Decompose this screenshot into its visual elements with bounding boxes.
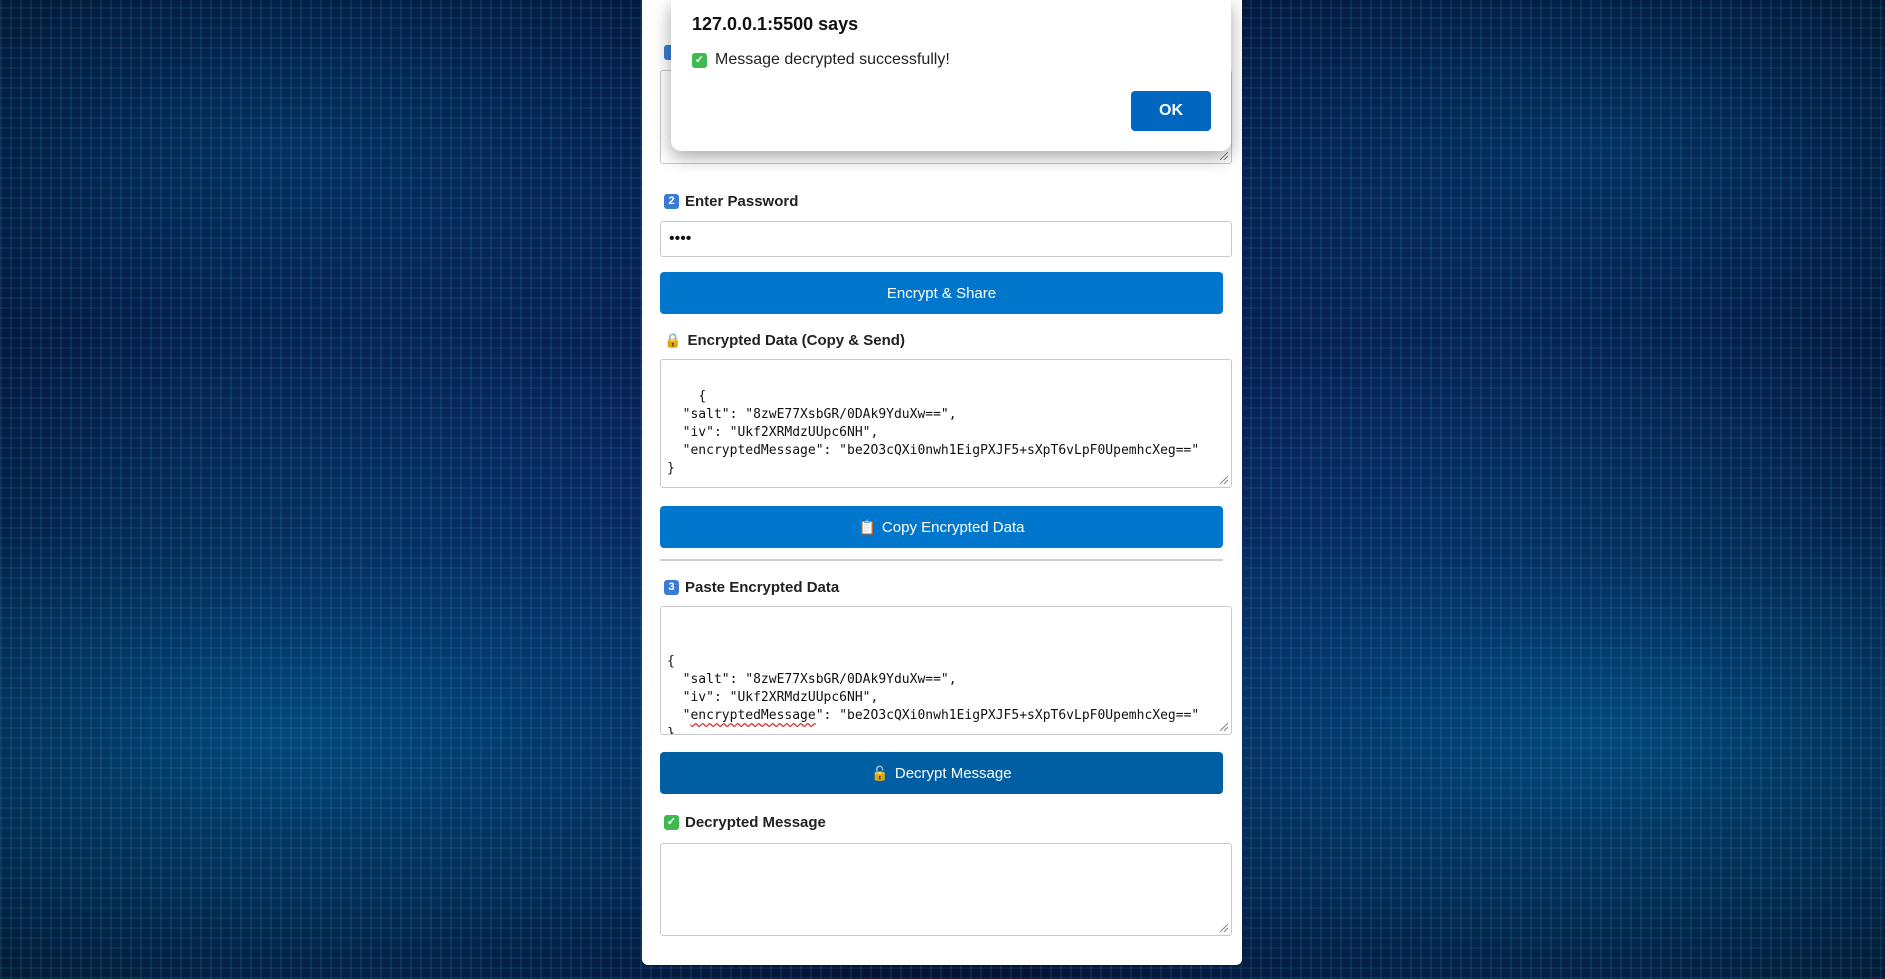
password-value: •••• [669, 230, 692, 247]
lock-icon: 🔒 [664, 332, 682, 348]
step-3-badge: 3 [664, 580, 679, 595]
password-input[interactable]: •••• [660, 221, 1232, 257]
encrypted-data-textarea[interactable]: { "salt": "8zwE77XsbGR/0DAk9YduXw==", "i… [660, 359, 1232, 488]
spellcheck-word: encryptedMessage [690, 708, 816, 723]
paste-line-4-pre: " [667, 708, 691, 723]
clipboard-icon: 📋 [858, 518, 876, 535]
resize-handle-icon[interactable] [1220, 476, 1228, 484]
step-2-badge: 2 [664, 194, 679, 209]
decrypted-message-textarea[interactable] [660, 843, 1232, 936]
encrypt-share-label: Encrypt & Share [886, 284, 997, 302]
paste-data-label: 3 Paste Encrypted Data [664, 579, 839, 596]
decrypt-message-label: Decrypt Message [894, 764, 1012, 782]
encrypt-share-button[interactable]: Encrypt & Share [660, 272, 1223, 314]
resize-handle-icon[interactable] [1220, 924, 1228, 932]
alert-dialog: 127.0.0.1:5500 says ✓ Message decrypted … [671, 0, 1231, 151]
encrypted-data-label-text: Encrypted Data (Copy & Send) [687, 332, 905, 349]
unlock-icon: 🔓 [871, 764, 889, 781]
dialog-message-text: Message decrypted successfully! [715, 51, 950, 68]
paste-line-2: "salt": "8zwE77XsbGR/0DAk9YduXw==", [667, 672, 957, 687]
paste-line-5: } [667, 726, 675, 735]
paste-line-4-post: ": "be2O3cQXi0nwh1EigPXJF5+sXpT6vLpF0Upe… [815, 708, 1200, 723]
password-label: 2 Enter Password [664, 193, 798, 210]
decrypt-message-button[interactable]: 🔓 Decrypt Message [660, 752, 1223, 794]
resize-handle-icon[interactable] [1220, 152, 1228, 160]
dialog-ok-button[interactable]: OK [1131, 91, 1211, 131]
resize-handle-icon[interactable] [1220, 723, 1228, 731]
paste-encrypted-data-textarea[interactable]: { "salt": "8zwE77XsbGR/0DAk9YduXw==", "i… [660, 606, 1232, 735]
password-label-text: Enter Password [685, 193, 799, 210]
paste-data-label-text: Paste Encrypted Data [685, 579, 840, 596]
check-icon: ✓ [692, 52, 707, 68]
dialog-message: ✓ Message decrypted successfully! [692, 51, 950, 69]
paste-line-1: { [667, 654, 675, 669]
copy-encrypted-data-label: Copy Encrypted Data [881, 518, 1025, 536]
encrypted-data-text: { "salt": "8zwE77XsbGR/0DAk9YduXw==", "i… [667, 389, 1200, 476]
copy-encrypted-data-button[interactable]: 📋 Copy Encrypted Data [660, 506, 1223, 548]
dialog-title: 127.0.0.1:5500 says [692, 14, 859, 34]
encrypted-data-label: 🔒 Encrypted Data (Copy & Send) [664, 332, 905, 349]
decrypted-message-label: ✓ Decrypted Message [664, 814, 826, 831]
decrypted-message-label-text: Decrypted Message [685, 814, 826, 831]
paste-line-3: "iv": "Ukf2XRMdzUUpc6NH", [667, 690, 879, 705]
paste-line-4: "encryptedMessage": "be2O3cQXi0nwh1EigPX… [667, 707, 1225, 725]
check-icon: ✓ [664, 815, 679, 830]
section-divider [660, 559, 1223, 561]
